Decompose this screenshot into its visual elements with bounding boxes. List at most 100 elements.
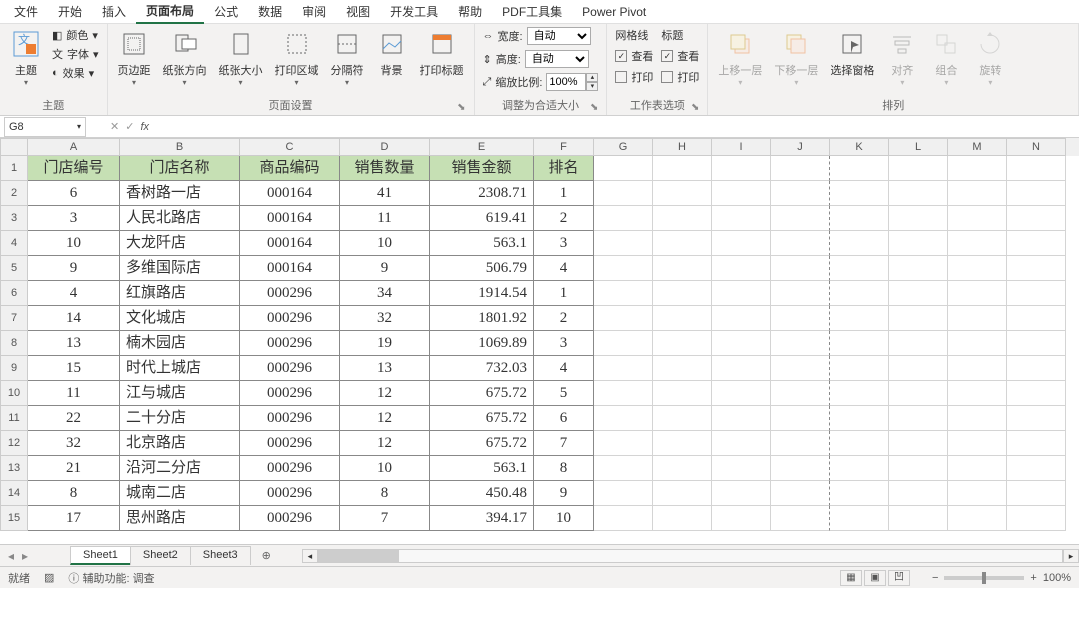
column-header-I[interactable]: I <box>712 138 771 156</box>
cell[interactable] <box>830 506 889 531</box>
cell[interactable] <box>712 331 771 356</box>
accept-formula-icon[interactable]: ✓ <box>125 120 134 133</box>
cell[interactable] <box>771 406 830 431</box>
cancel-formula-icon[interactable]: ✕ <box>110 120 119 133</box>
cell[interactable]: 000296 <box>240 431 340 456</box>
background-button[interactable]: 背景 <box>372 26 412 80</box>
cell[interactable] <box>712 406 771 431</box>
cell[interactable]: 时代上城店 <box>120 356 240 381</box>
zoom-out[interactable]: − <box>932 572 938 584</box>
cell[interactable] <box>830 156 889 181</box>
cell[interactable] <box>948 156 1007 181</box>
cell[interactable] <box>771 206 830 231</box>
cell[interactable] <box>830 381 889 406</box>
sheet-tab-Sheet1[interactable]: Sheet1 <box>70 546 131 565</box>
cell[interactable] <box>771 281 830 306</box>
cell[interactable]: 1069.89 <box>430 331 534 356</box>
cell[interactable] <box>830 231 889 256</box>
view-page-break[interactable]: 凹 <box>888 570 910 586</box>
cell[interactable]: 江与城店 <box>120 381 240 406</box>
sheet-tab-Sheet2[interactable]: Sheet2 <box>130 546 191 565</box>
cell[interactable]: 14 <box>28 306 120 331</box>
column-header-C[interactable]: C <box>240 138 340 156</box>
cell[interactable] <box>1007 356 1066 381</box>
cell[interactable]: 商品编码 <box>240 156 340 181</box>
horizontal-scrollbar[interactable]: ◂ ▸ <box>302 549 1079 563</box>
menu-tab-7[interactable]: 视图 <box>336 0 380 23</box>
cell[interactable] <box>712 206 771 231</box>
scroll-right[interactable]: ▸ <box>1063 549 1079 563</box>
cell[interactable] <box>771 231 830 256</box>
cell[interactable] <box>653 356 712 381</box>
cell[interactable] <box>771 331 830 356</box>
column-header-A[interactable]: A <box>28 138 120 156</box>
cell[interactable]: 19 <box>340 331 430 356</box>
menu-tab-9[interactable]: 帮助 <box>448 0 492 23</box>
cell[interactable] <box>594 181 653 206</box>
cell[interactable]: 二十分店 <box>120 406 240 431</box>
cell[interactable] <box>771 256 830 281</box>
cell[interactable] <box>1007 381 1066 406</box>
cell[interactable] <box>712 181 771 206</box>
cell[interactable]: 2 <box>534 306 594 331</box>
zoom-value[interactable]: 100% <box>1043 572 1071 584</box>
cell[interactable]: 红旗路店 <box>120 281 240 306</box>
cell[interactable] <box>594 406 653 431</box>
row-header-2[interactable]: 2 <box>0 181 28 206</box>
cell[interactable] <box>771 181 830 206</box>
gridlines-print-check[interactable]: 打印 <box>613 68 655 86</box>
cell[interactable]: 17 <box>28 506 120 531</box>
cell[interactable]: 11 <box>340 206 430 231</box>
column-header-F[interactable]: F <box>534 138 594 156</box>
cell[interactable]: 文化城店 <box>120 306 240 331</box>
cell[interactable]: 732.03 <box>430 356 534 381</box>
cell[interactable] <box>594 156 653 181</box>
cell[interactable]: 沿河二分店 <box>120 456 240 481</box>
cell[interactable] <box>948 206 1007 231</box>
row-header-15[interactable]: 15 <box>0 506 28 531</box>
cell[interactable]: 4 <box>534 356 594 381</box>
next-sheet-icon[interactable]: ▸ <box>22 549 28 563</box>
cell[interactable]: 000164 <box>240 256 340 281</box>
cell[interactable] <box>1007 306 1066 331</box>
cell[interactable] <box>830 456 889 481</box>
menu-tab-2[interactable]: 插入 <box>92 0 136 23</box>
cell[interactable] <box>1007 256 1066 281</box>
margins-button[interactable]: 页边距▾ <box>114 26 155 89</box>
cell[interactable] <box>830 206 889 231</box>
cell[interactable]: 2 <box>534 206 594 231</box>
cell[interactable]: 675.72 <box>430 431 534 456</box>
cell[interactable]: 4 <box>28 281 120 306</box>
cell[interactable] <box>1007 481 1066 506</box>
column-header-B[interactable]: B <box>120 138 240 156</box>
themes-button[interactable]: 文 主题▾ <box>6 26 46 89</box>
cell[interactable]: 3 <box>534 331 594 356</box>
cell[interactable]: 000164 <box>240 231 340 256</box>
cell[interactable]: 排名 <box>534 156 594 181</box>
cell[interactable]: 门店名称 <box>120 156 240 181</box>
cell[interactable] <box>1007 181 1066 206</box>
cell[interactable] <box>771 306 830 331</box>
cell[interactable] <box>948 506 1007 531</box>
cell[interactable]: 000296 <box>240 306 340 331</box>
macro-icon[interactable]: ▨ <box>44 571 54 584</box>
cell[interactable]: 人民北路店 <box>120 206 240 231</box>
cell[interactable] <box>594 356 653 381</box>
cell[interactable]: 000296 <box>240 506 340 531</box>
zoom-slider[interactable] <box>944 576 1024 580</box>
cell[interactable]: 销售金额 <box>430 156 534 181</box>
cell[interactable] <box>1007 506 1066 531</box>
headings-view-check[interactable]: ✓查看 <box>659 47 701 65</box>
cell[interactable]: 000296 <box>240 381 340 406</box>
cell[interactable] <box>653 481 712 506</box>
cell[interactable]: 21 <box>28 456 120 481</box>
menu-tab-6[interactable]: 审阅 <box>292 0 336 23</box>
prev-sheet-icon[interactable]: ◂ <box>8 549 14 563</box>
selection-pane-button[interactable]: 选择窗格 <box>826 26 878 80</box>
cell[interactable] <box>830 256 889 281</box>
print-titles-button[interactable]: 打印标题 <box>416 26 468 80</box>
cell[interactable] <box>771 381 830 406</box>
cell[interactable]: 12 <box>340 431 430 456</box>
print-area-button[interactable]: 打印区域▾ <box>271 26 323 89</box>
cell[interactable] <box>830 181 889 206</box>
